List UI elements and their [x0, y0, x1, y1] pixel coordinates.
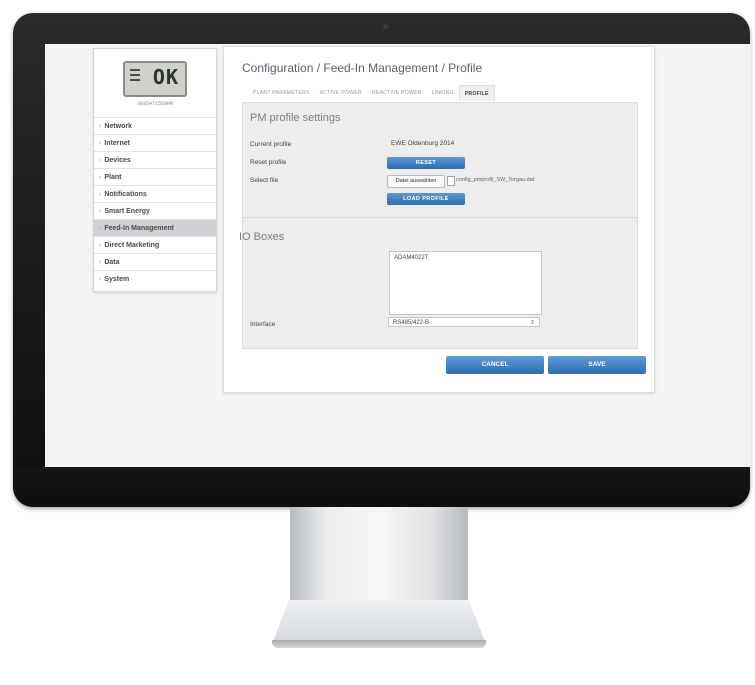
tab-bar: PLANT PARAMETERS ACTIVE POWER REACTIVE P…	[248, 85, 495, 101]
tab-active-power[interactable]: ACTIVE POWER	[315, 85, 367, 101]
io-box-list-item[interactable]: ADAM4022T	[394, 255, 428, 261]
interface-select-value: RS485/422-B	[393, 320, 430, 326]
camera-icon	[383, 24, 388, 29]
chevron-right-icon: ›	[99, 140, 102, 147]
io-box-list[interactable]: ADAM4022T	[389, 251, 542, 315]
signal-icon	[130, 69, 140, 89]
pm-profile-title: PM profile settings	[250, 112, 341, 124]
sidebar: OK 3035471559HM › Network › Internet › Devi…	[93, 48, 217, 292]
chevron-right-icon: ›	[99, 123, 102, 130]
interface-select[interactable]: RS485/422-B ⇕	[388, 317, 540, 327]
current-profile-label: Current profile	[250, 141, 292, 148]
sidebar-item-label: Direct Marketing	[104, 242, 160, 249]
device-serial: 3035471559HM	[136, 101, 173, 107]
interface-label: Interface	[250, 321, 276, 328]
chevron-right-icon: ›	[99, 242, 102, 249]
tab-plant-parameters[interactable]: PLANT PARAMETERS	[248, 85, 315, 101]
sidebar-item-notifications[interactable]: › Notifications	[94, 185, 216, 202]
settings-panel: PM profile settings Current profile EWE …	[239, 102, 638, 349]
current-profile-value: EWE Oldenburg 2014	[391, 140, 455, 147]
select-arrows-icon: ⇕	[529, 320, 535, 326]
monitor-stand-neck	[290, 507, 468, 614]
sidebar-item-label: System	[104, 276, 130, 283]
save-button[interactable]: SAVE	[548, 356, 646, 374]
breadcrumb: Configuration / Feed-In Management / Pro…	[242, 61, 483, 75]
choose-file-button[interactable]: Datei auswählen	[387, 175, 445, 188]
chevron-right-icon: ›	[99, 174, 102, 181]
panel-divider	[243, 217, 637, 218]
sidebar-item-system[interactable]: › System	[94, 270, 216, 287]
sidebar-item-direct-marketing[interactable]: › Direct Marketing	[94, 236, 216, 253]
selected-file-name: config_pmprofil_SW_Torgau.dat	[456, 177, 535, 183]
device-display-text: OK	[152, 65, 179, 89]
tab-profile[interactable]: PROFILE	[458, 85, 495, 101]
reset-profile-label: Reset profile	[250, 159, 287, 166]
file-icon	[447, 176, 455, 186]
monitor-chin	[13, 467, 750, 507]
monitor-stand-base	[272, 600, 486, 644]
sidebar-item-label: Data	[104, 259, 120, 266]
main-content: Configuration / Feed-In Management / Pro…	[223, 46, 655, 393]
sidebar-item-label: Smart Energy	[104, 208, 150, 215]
sidebar-item-label: Network	[104, 123, 132, 130]
sidebar-item-label: Devices	[104, 157, 131, 164]
sidebar-item-devices[interactable]: › Devices	[94, 151, 216, 168]
sidebar-item-label: Internet	[104, 140, 131, 147]
sidebar-item-plant[interactable]: › Plant	[94, 168, 216, 185]
load-profile-button[interactable]: LOAD PROFILE	[387, 193, 465, 205]
sidebar-item-feed-in-management[interactable]: › Feed-In Management	[94, 219, 216, 236]
reset-button[interactable]: RESET	[387, 157, 465, 169]
sidebar-item-label: Plant	[104, 174, 122, 181]
monitor-screen: OK 3035471559HM › Network › Internet › Devi…	[45, 44, 751, 467]
sidebar-item-network[interactable]: › Network	[94, 117, 216, 134]
select-file-label: Select file	[250, 177, 279, 184]
chevron-right-icon: ›	[99, 225, 102, 232]
chevron-right-icon: ›	[99, 276, 102, 283]
chevron-right-icon: ›	[99, 191, 102, 198]
sidebar-item-label: Notifications	[104, 191, 147, 198]
device-image: OK 3035471559HM	[112, 55, 198, 113]
chevron-right-icon: ›	[99, 208, 102, 215]
sidebar-item-label: Feed-In Management	[104, 225, 174, 232]
sidebar-item-internet[interactable]: › Internet	[94, 134, 216, 151]
sidebar-item-smart-energy[interactable]: › Smart Energy	[94, 202, 216, 219]
sidebar-menu: › Network › Internet › Devices › Plant › Noti…	[94, 117, 216, 287]
tab-reactive-power[interactable]: REACTIVE POWER	[367, 85, 427, 101]
io-boxes-title: IO Boxes	[239, 231, 285, 243]
device-display: OK	[123, 61, 187, 97]
tab-linking[interactable]: LINKING	[427, 85, 459, 101]
chevron-right-icon: ›	[99, 259, 102, 266]
monitor-stand-edge	[272, 640, 486, 648]
chevron-right-icon: ›	[99, 157, 102, 164]
sidebar-item-data[interactable]: › Data	[94, 253, 216, 270]
cancel-button[interactable]: CANCEL	[446, 356, 544, 374]
